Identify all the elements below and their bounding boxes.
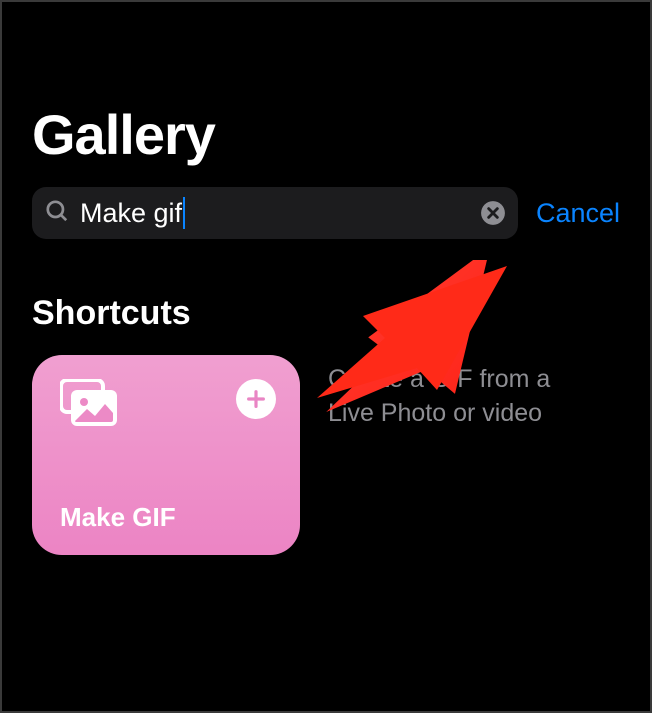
search-icon [44, 198, 70, 229]
search-field[interactable]: Make gif [32, 187, 518, 239]
shortcut-description: Create a GIF from a Live Photo or video [328, 355, 588, 431]
add-shortcut-button[interactable] [236, 379, 276, 419]
clear-search-button[interactable] [480, 200, 506, 226]
search-input-value: Make gif [80, 198, 182, 229]
section-title-shortcuts: Shortcuts [32, 294, 620, 333]
page-title: Gallery [32, 102, 620, 167]
card-header [60, 379, 276, 432]
shortcut-title: Make GIF [60, 502, 276, 533]
photos-icon [60, 379, 118, 432]
plus-icon [245, 388, 267, 410]
cancel-button[interactable]: Cancel [536, 198, 620, 229]
result-row: Make GIF Create a GIF from a Live Photo … [32, 355, 620, 555]
shortcut-card-make-gif[interactable]: Make GIF [32, 355, 300, 555]
search-row: Make gif Cancel [32, 187, 620, 239]
x-circle-icon [480, 200, 506, 226]
text-caret [183, 197, 185, 229]
search-input[interactable]: Make gif [80, 197, 470, 229]
